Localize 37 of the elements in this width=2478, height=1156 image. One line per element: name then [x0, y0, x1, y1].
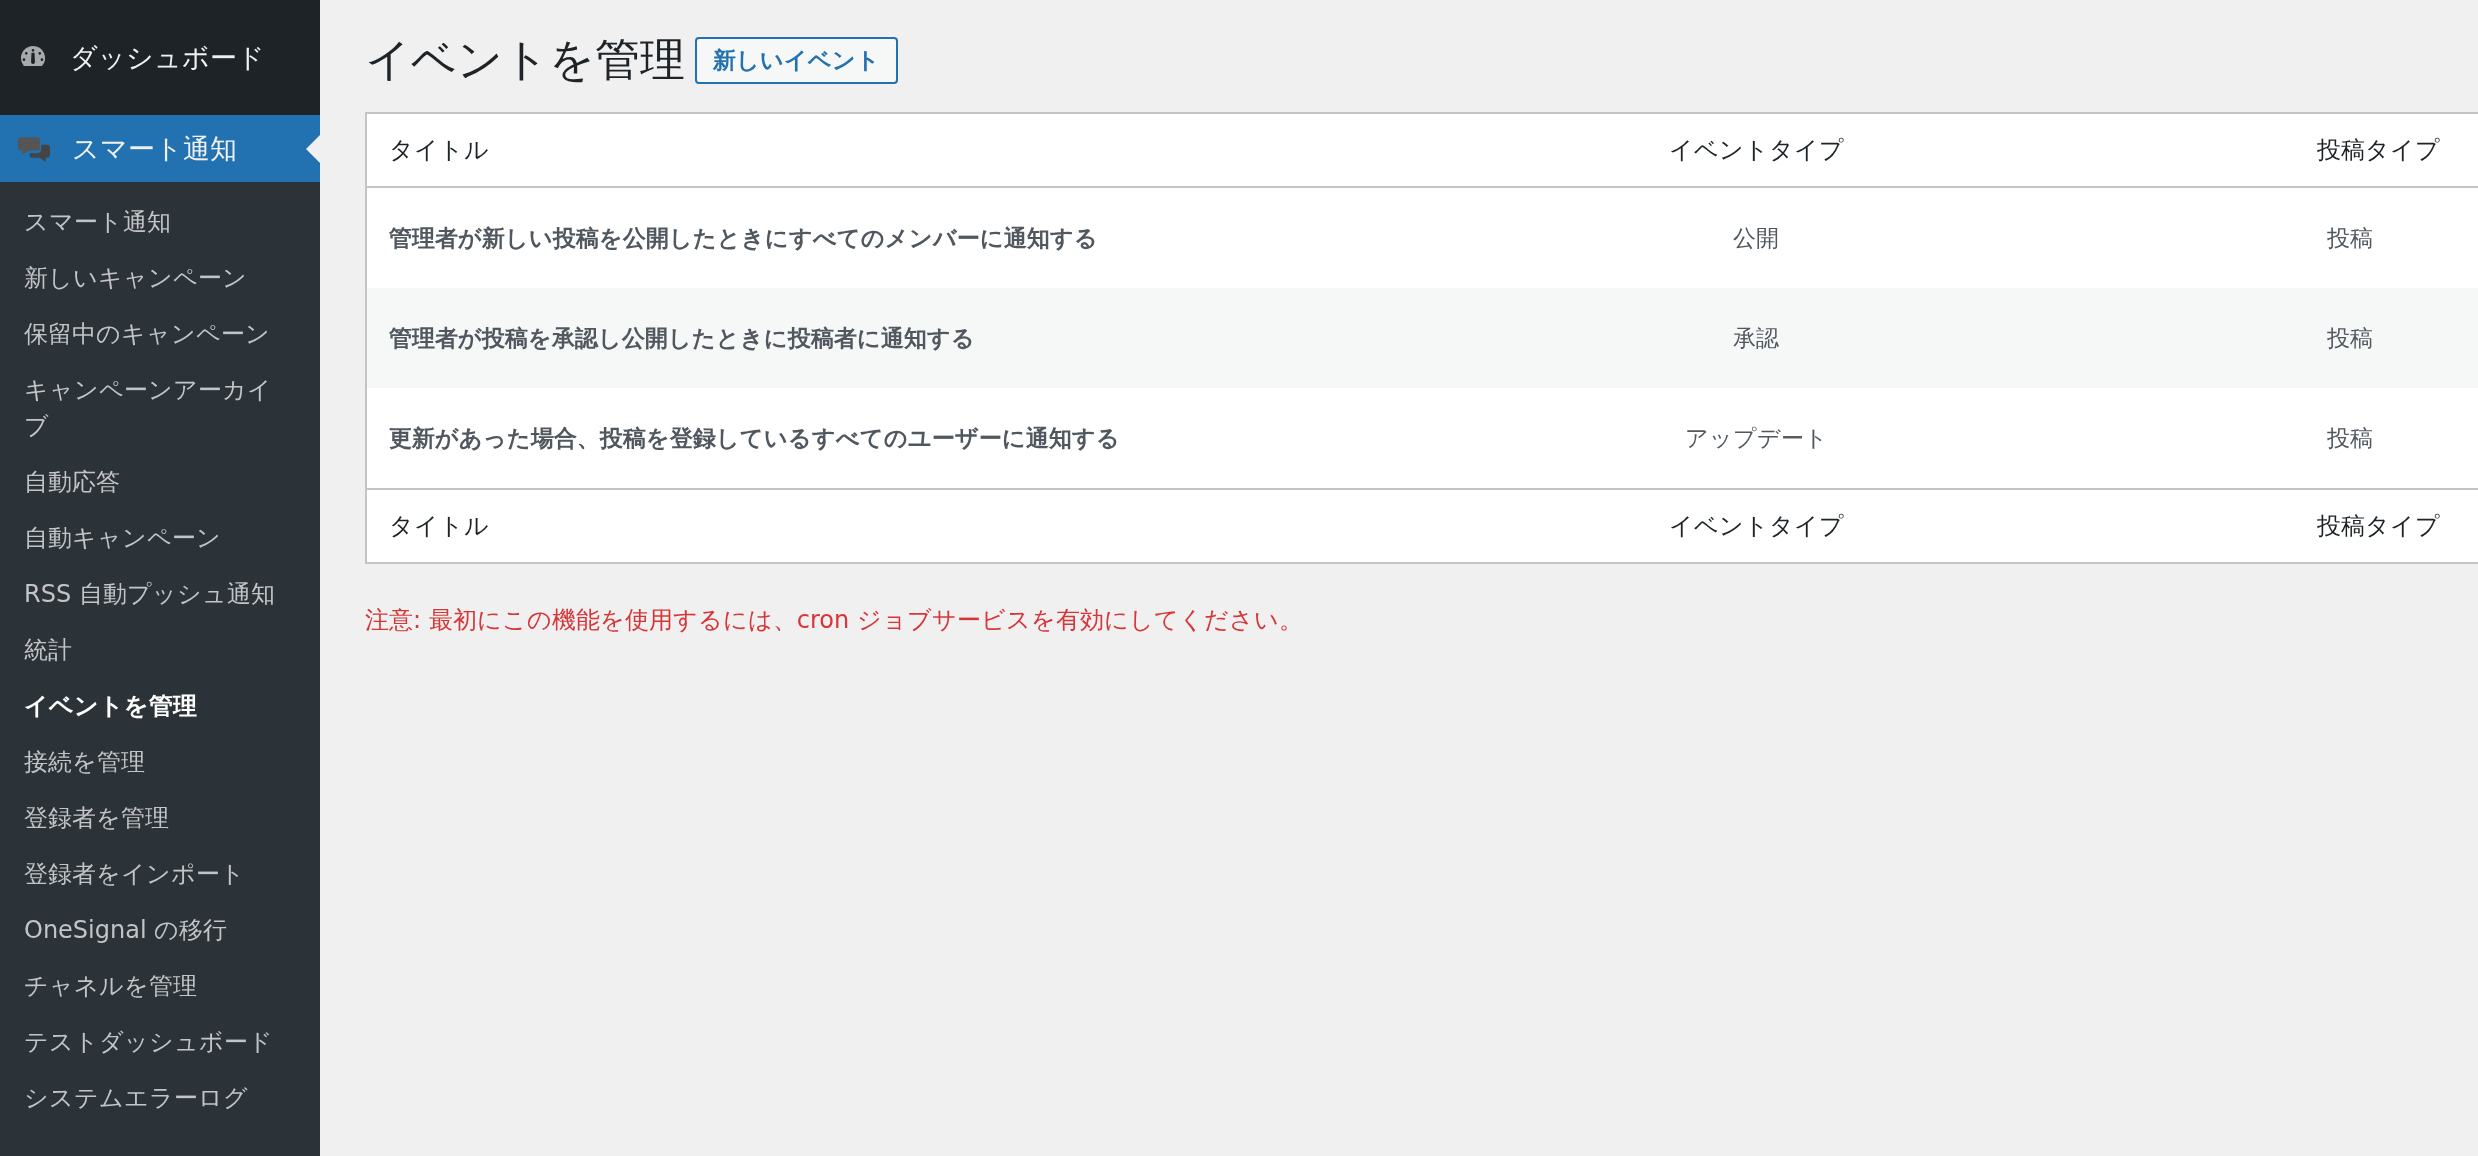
column-header: タイトル — [366, 489, 1274, 563]
notice-text: 注意: 最初にこの機能を使用するには、cron ジョブサービスを有効にしてください。 — [365, 605, 1304, 636]
menu-item[interactable]: スマート通知 — [0, 115, 320, 182]
submenu-item[interactable]: システムエラーログ — [0, 1070, 320, 1126]
column-header: イベントタイプ — [1274, 489, 2238, 563]
submenu-item[interactable]: テストダッシュボード — [0, 1014, 320, 1070]
table-cell: 投稿 — [2238, 187, 2478, 288]
submenu-item[interactable]: 新しいキャンペーン — [0, 250, 320, 306]
submenu-item[interactable]: チャネルを管理 — [0, 958, 320, 1014]
column-header: イベントタイプ — [1274, 113, 2238, 187]
submenu-item[interactable]: 自動応答 — [0, 454, 320, 510]
table-cell: 承認 — [1274, 288, 2238, 388]
current-pointer-icon — [306, 134, 320, 163]
submenu-item[interactable]: 接続を管理 — [0, 734, 320, 790]
submenu-item[interactable]: イベントを管理 — [0, 678, 320, 734]
submenu-item[interactable]: 統計 — [0, 622, 320, 678]
column-header: 投稿タイプ — [2238, 113, 2478, 187]
table-cell: 投稿 — [2238, 388, 2478, 489]
event-title-cell: 管理者が新しい投稿を公開したときにすべてのメンバーに通知する — [366, 187, 1274, 288]
submenu-item[interactable]: RSS 自動プッシュ通知 — [0, 566, 320, 622]
column-header: 投稿タイプ — [2238, 489, 2478, 563]
column-header: タイトル — [366, 113, 1274, 187]
table-cell: アップデート — [1274, 388, 2238, 489]
menu-item[interactable]: ダッシュボード — [0, 0, 320, 115]
submenu-item[interactable]: スマート通知 — [0, 194, 320, 250]
new-event-button[interactable]: 新しいイベント — [695, 36, 898, 84]
submenu-item[interactable]: 登録者を管理 — [0, 790, 320, 846]
submenu-item[interactable]: 自動キャンペーン — [0, 510, 320, 566]
page-title: イベントを管理 — [365, 32, 685, 88]
submenu-item[interactable]: 登録者をインポート — [0, 846, 320, 902]
event-title-cell: 更新があった場合、投稿を登録しているすべてのユーザーに通知する — [366, 388, 1274, 489]
table-cell: 公開 — [1274, 187, 2238, 288]
submenu-item[interactable]: OneSignal の移行 — [0, 902, 320, 958]
event-title-cell: 管理者が投稿を承認し公開したときに投稿者に通知する — [366, 288, 1274, 388]
submenu-item[interactable]: 保留中のキャンペーン — [0, 306, 320, 362]
table-cell: 投稿 — [2238, 288, 2478, 388]
submenu-item[interactable]: キャンペーンアーカイブ — [0, 362, 320, 454]
